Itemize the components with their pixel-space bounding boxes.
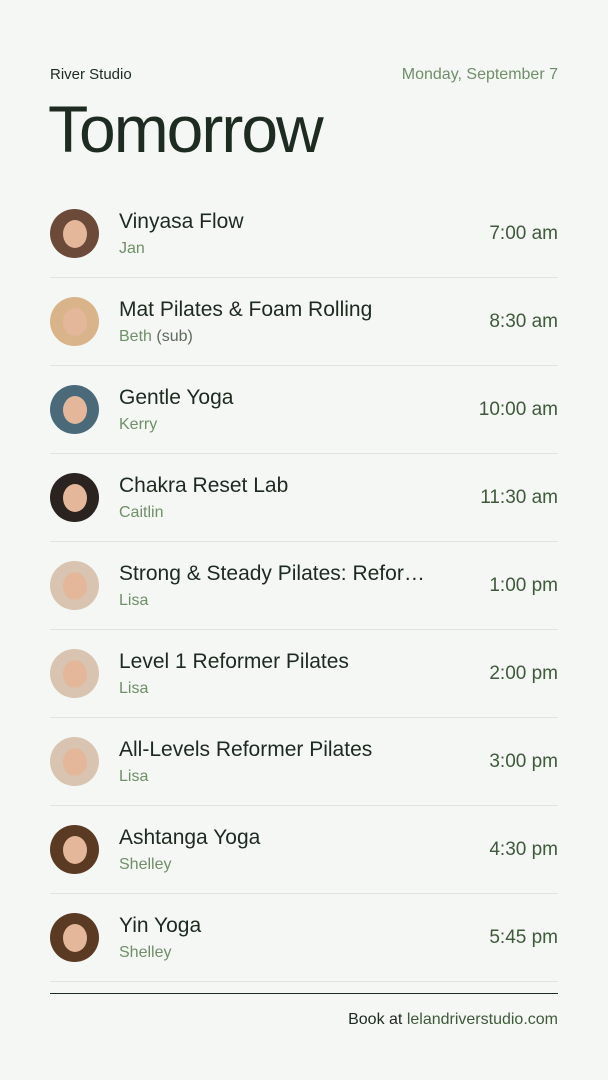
class-row[interactable]: All-Levels Reformer Pilates Lisa 3:00 pm <box>50 718 558 806</box>
instructor-name: Lisa <box>119 679 149 697</box>
class-row[interactable]: Mat Pilates & Foam Rolling Beth (sub) 8:30… <box>50 278 558 366</box>
footer: Book at lelandriverstudio.com <box>348 1011 558 1029</box>
class-name: Mat Pilates & Foam Rolling <box>119 298 373 322</box>
class-time: 5:45 pm <box>489 926 558 948</box>
avatar-face-icon <box>63 484 87 512</box>
class-row[interactable]: Yin Yoga Shelley 5:45 pm <box>50 894 558 982</box>
class-list: Vinyasa Flow Jan 7:00 am Mat Pilates & Foam… <box>50 190 558 982</box>
instructor-line: Lisa <box>119 592 473 610</box>
class-time: 1:00 pm <box>489 574 558 596</box>
class-time: 2:00 pm <box>489 662 558 684</box>
avatar-face-icon <box>63 572 87 600</box>
instructor-avatar <box>50 561 99 610</box>
footer-divider <box>50 993 558 994</box>
instructor-avatar <box>50 825 99 874</box>
class-row[interactable]: Strong & Steady Pilates: Refor… Lisa 1:00 … <box>50 542 558 630</box>
class-name: Ashtanga Yoga <box>119 826 261 850</box>
class-time: 3:00 pm <box>489 750 558 772</box>
footer-prefix: Book at <box>348 1011 403 1028</box>
class-name: Chakra Reset Lab <box>119 474 289 498</box>
instructor-name: Kerry <box>119 415 158 433</box>
instructor-avatar <box>50 209 99 258</box>
avatar-face-icon <box>63 308 87 336</box>
instructor-line: Caitlin <box>119 504 464 522</box>
avatar-face-icon <box>63 836 87 864</box>
instructor-name: Beth <box>119 327 152 345</box>
class-time: 10:00 am <box>478 398 558 420</box>
class-row[interactable]: Gentle Yoga Kerry 10:00 am <box>50 366 558 454</box>
class-row[interactable]: Vinyasa Flow Jan 7:00 am <box>50 190 558 278</box>
instructor-avatar <box>50 297 99 346</box>
instructor-name: Shelley <box>119 855 172 873</box>
instructor-avatar <box>50 385 99 434</box>
class-info: Yin Yoga Shelley <box>119 913 473 961</box>
header: River Studio Monday, September 7 <box>50 66 558 84</box>
avatar-face-icon <box>63 748 87 776</box>
class-info: Level 1 Reformer Pilates Lisa <box>119 649 473 697</box>
class-info: Chakra Reset Lab Caitlin <box>119 473 464 521</box>
instructor-name: Lisa <box>119 591 149 609</box>
instructor-line: Lisa <box>119 680 473 698</box>
instructor-avatar <box>50 737 99 786</box>
avatar-face-icon <box>63 924 87 952</box>
class-name: Vinyasa Flow <box>119 210 244 234</box>
instructor-avatar <box>50 913 99 962</box>
instructor-line: Shelley <box>119 944 473 962</box>
class-time: 8:30 am <box>489 310 558 332</box>
class-name: Strong & Steady Pilates: Refor… <box>119 562 425 586</box>
class-info: Ashtanga Yoga Shelley <box>119 825 473 873</box>
class-info: All-Levels Reformer Pilates Lisa <box>119 737 473 785</box>
instructor-note: (sub) <box>156 327 193 345</box>
instructor-name: Jan <box>119 239 145 257</box>
instructor-line: Kerry <box>119 416 463 434</box>
class-name: Gentle Yoga <box>119 386 234 410</box>
instructor-avatar <box>50 649 99 698</box>
instructor-line: Jan <box>119 240 473 258</box>
class-info: Strong & Steady Pilates: Refor… Lisa <box>119 561 473 609</box>
schedule-date: Monday, September 7 <box>401 66 558 83</box>
class-time: 7:00 am <box>489 222 558 244</box>
instructor-line: Shelley <box>119 856 473 874</box>
instructor-line: Lisa <box>119 768 473 786</box>
avatar-face-icon <box>63 220 87 248</box>
page-title: Tomorrow <box>48 92 324 166</box>
class-row[interactable]: Level 1 Reformer Pilates Lisa 2:00 pm <box>50 630 558 718</box>
avatar-face-icon <box>63 396 87 424</box>
instructor-line: Beth (sub) <box>119 328 473 346</box>
class-name: Yin Yoga <box>119 914 202 938</box>
class-time: 11:30 am <box>480 486 558 508</box>
studio-name: River Studio <box>50 66 132 83</box>
class-info: Mat Pilates & Foam Rolling Beth (sub) <box>119 297 473 345</box>
instructor-avatar <box>50 473 99 522</box>
instructor-name: Caitlin <box>119 503 164 521</box>
avatar-face-icon <box>63 660 87 688</box>
instructor-name: Shelley <box>119 943 172 961</box>
class-info: Gentle Yoga Kerry <box>119 385 463 433</box>
booking-link[interactable]: lelandriverstudio.com <box>407 1011 558 1028</box>
class-info: Vinyasa Flow Jan <box>119 209 473 257</box>
class-row[interactable]: Chakra Reset Lab Caitlin 11:30 am <box>50 454 558 542</box>
class-name: Level 1 Reformer Pilates <box>119 650 349 674</box>
class-time: 4:30 pm <box>489 838 558 860</box>
class-row[interactable]: Ashtanga Yoga Shelley 4:30 pm <box>50 806 558 894</box>
class-name: All-Levels Reformer Pilates <box>119 738 373 762</box>
instructor-name: Lisa <box>119 767 149 785</box>
